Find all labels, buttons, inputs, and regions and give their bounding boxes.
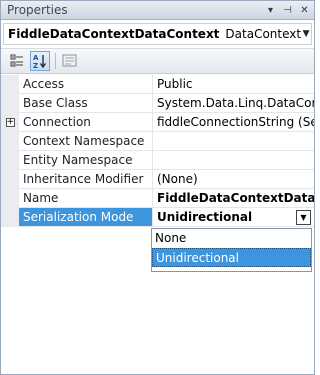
- property-value[interactable]: FiddleDataContextDataCont: [153, 189, 314, 208]
- property-row-context-namespace[interactable]: Context Namespace: [1, 132, 314, 151]
- property-name: Name: [19, 189, 153, 208]
- property-row-serialization-mode[interactable]: Serialization Mode Unidirectional ▼: [1, 208, 314, 227]
- property-pages-icon: [62, 54, 77, 67]
- property-name: Connection: [19, 113, 153, 132]
- property-row-connection[interactable]: + Connection fiddleConnectionString (Set…: [1, 113, 314, 132]
- property-row-entity-namespace[interactable]: Entity Namespace: [1, 151, 314, 170]
- property-name: Context Namespace: [19, 132, 153, 151]
- auto-hide-pin-icon[interactable]: ⊣: [280, 3, 295, 18]
- properties-window: Properties ▾ ⊣ ✕ FiddleDataContextDataCo…: [0, 0, 315, 375]
- svg-text:A: A: [33, 54, 39, 62]
- serialization-mode-dropdown-list: None Unidirectional: [151, 228, 312, 272]
- object-name: FiddleDataContextDataContext: [8, 27, 220, 41]
- property-row-inheritance-modifier[interactable]: Inheritance Modifier (None): [1, 170, 314, 189]
- dropdown-option-none[interactable]: None: [152, 229, 311, 248]
- dropdown-chevron-icon[interactable]: ▼: [296, 210, 311, 225]
- property-row-base-class[interactable]: Base Class System.Data.Linq.DataContex: [1, 94, 314, 113]
- property-value[interactable]: [153, 151, 314, 170]
- property-value[interactable]: (None): [153, 170, 314, 189]
- property-value[interactable]: Public: [153, 75, 314, 94]
- property-name: Inheritance Modifier: [19, 170, 153, 189]
- alphabetical-sort-icon: A Z: [33, 54, 47, 69]
- chevron-down-icon[interactable]: ▼: [301, 29, 311, 39]
- property-value-text: Unidirectional: [157, 210, 253, 224]
- dropdown-option-unidirectional[interactable]: Unidirectional: [152, 248, 311, 267]
- object-selector[interactable]: FiddleDataContextDataContext DataContext…: [3, 23, 312, 45]
- alphabetical-button[interactable]: A Z: [30, 51, 50, 71]
- window-title: Properties: [7, 3, 68, 17]
- window-position-dropdown-icon[interactable]: ▾: [263, 3, 278, 18]
- property-pages-button[interactable]: [60, 51, 80, 71]
- property-value[interactable]: [153, 132, 314, 151]
- property-value[interactable]: fiddleConnectionString (Setti: [153, 113, 314, 132]
- categorized-button[interactable]: [7, 51, 27, 71]
- object-type: DataContext: [225, 27, 302, 41]
- property-name: Access: [19, 75, 153, 94]
- expand-plus-icon[interactable]: +: [5, 118, 15, 127]
- property-grid: Access Public Base Class System.Data.Lin…: [1, 75, 314, 227]
- svg-text:Z: Z: [33, 62, 38, 69]
- properties-toolbar: A Z: [1, 48, 314, 74]
- property-value[interactable]: System.Data.Linq.DataContex: [153, 94, 314, 113]
- property-name: Serialization Mode: [19, 208, 153, 227]
- title-bar: Properties ▾ ⊣ ✕: [1, 1, 314, 20]
- property-name: Base Class: [19, 94, 153, 113]
- close-icon[interactable]: ✕: [297, 3, 312, 18]
- categorized-icon: [10, 54, 23, 67]
- property-value[interactable]: Unidirectional ▼: [153, 208, 314, 227]
- property-name: Entity Namespace: [19, 151, 153, 170]
- property-row-access[interactable]: Access Public: [1, 75, 314, 94]
- toolbar-separator: [55, 53, 56, 69]
- property-row-name[interactable]: Name FiddleDataContextDataCont: [1, 189, 314, 208]
